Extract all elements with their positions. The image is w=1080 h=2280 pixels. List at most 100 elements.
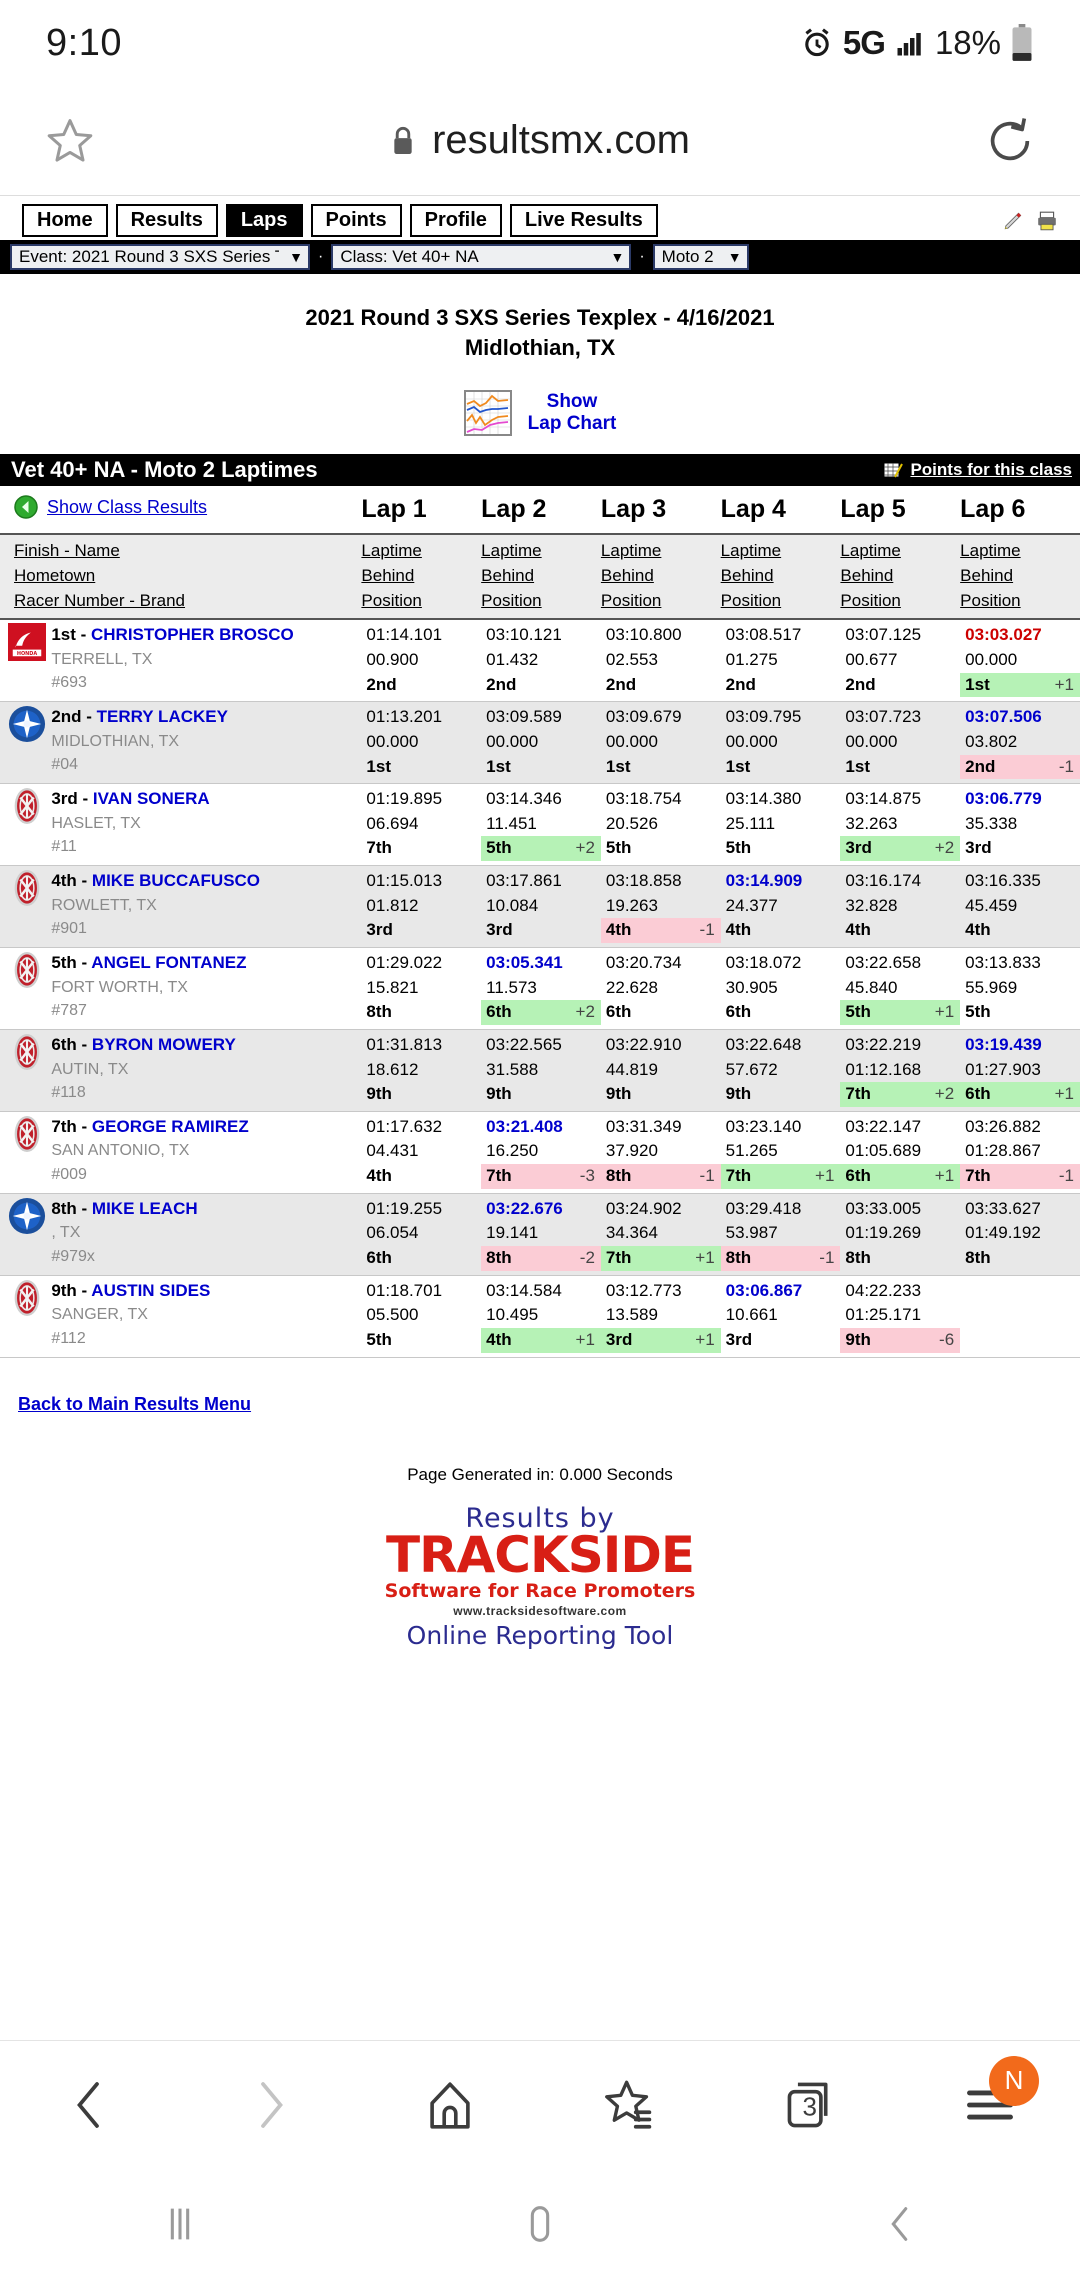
- nav-tab-profile[interactable]: Profile: [409, 204, 502, 237]
- browser-bookmarks-button[interactable]: [575, 2050, 685, 2160]
- printer-icon[interactable]: [1036, 210, 1058, 232]
- rider-name-link[interactable]: TERRY LACKEY: [97, 707, 228, 726]
- rider-name-link[interactable]: ANGEL FONTANEZ: [91, 953, 246, 972]
- nav-tab-laps[interactable]: Laps: [225, 204, 303, 237]
- signal-bars-icon: [897, 33, 921, 56]
- class-header-right[interactable]: Points for this class: [883, 460, 1072, 480]
- table-subheader-row: Finish - Name Hometown Racer Number - Br…: [0, 533, 1080, 621]
- lap-behind: 35.338: [965, 813, 1018, 833]
- rider-name-link[interactable]: CHRISTOPHER BROSCO: [91, 625, 294, 644]
- rider-name-link[interactable]: GEORGE RAMIREZ: [92, 1117, 249, 1136]
- browser-url-bar[interactable]: resultsmx.com: [0, 86, 1080, 196]
- position-delta: -2: [579, 1248, 595, 1268]
- rider-name-link[interactable]: IVAN SONERA: [93, 789, 210, 808]
- system-back-button[interactable]: [845, 2169, 955, 2279]
- points-for-class-link[interactable]: Points for this class: [910, 460, 1072, 480]
- show-lap-chart[interactable]: Show Lap Chart: [0, 390, 1080, 437]
- browser-menu-button[interactable]: N: [935, 2050, 1045, 2160]
- brand-logo-honda-logo: HONDA: [0, 619, 52, 702]
- lap-cell-4: 03:06.867 10.661 3rd: [720, 1275, 841, 1358]
- class-select[interactable]: Class: Vet 40+ NA ▼: [331, 244, 632, 270]
- moto-select-value: Moto 2: [661, 248, 714, 265]
- rider-name-link[interactable]: MIKE LEACH: [92, 1199, 198, 1218]
- nav-tab-home[interactable]: Home: [22, 204, 108, 237]
- lap-behind: 30.905: [725, 977, 778, 997]
- class-header-bar: Vet 40+ NA - Moto 2 Laptimes Points for …: [0, 454, 1080, 487]
- lap-behind: 10.661: [725, 1305, 778, 1325]
- lap-behind: 01.275: [725, 649, 778, 669]
- lap-cell-4: 03:08.517 01.275 2nd: [720, 619, 841, 702]
- browser-back-button[interactable]: [35, 2050, 145, 2160]
- position-value: 3rd: [725, 1329, 753, 1349]
- lap-behind: 10.495: [486, 1305, 539, 1325]
- table-row: 2nd - TERRY LACKEY MIDLOTHIAN, TX #04 01:13…: [0, 701, 1080, 784]
- position-value: 9th: [486, 1084, 512, 1104]
- pencil-icon[interactable]: [1002, 210, 1024, 232]
- position-value: 4th: [486, 1329, 512, 1349]
- brand-logo-generic-logo: [0, 1275, 52, 1358]
- position-value: 4th: [366, 1166, 392, 1186]
- subheader-finish-name: Finish - Name: [14, 541, 120, 561]
- lap-position: 6th +2: [481, 1000, 601, 1025]
- lap-time: 04:22.233: [845, 1280, 922, 1300]
- nav-tab-points[interactable]: Points: [310, 204, 402, 237]
- logo-tagline: Software for Race Promoters: [384, 1580, 696, 1603]
- lap-behind: 25.111: [725, 813, 776, 833]
- nav-tab-results[interactable]: Results: [115, 204, 218, 237]
- show-class-results-link[interactable]: Show Class Results: [47, 497, 207, 518]
- position-value: 6th: [605, 1002, 632, 1022]
- lap-time: 03:06.867: [725, 1280, 803, 1300]
- position-value: 2nd: [965, 756, 996, 776]
- lap-time: 03:03.027: [965, 625, 1042, 645]
- show-class-results-cell[interactable]: Show Class Results: [0, 486, 362, 535]
- rider-number: #112: [51, 1329, 86, 1347]
- rider-name-link[interactable]: AUSTIN SIDES: [91, 1281, 210, 1300]
- lap-cell-4: 03:09.795 00.000 1st: [720, 701, 841, 784]
- star-list-icon: [605, 2080, 652, 2129]
- back-to-menu[interactable]: Back to Main Results Menu: [0, 1358, 1080, 1415]
- position-value: 6th: [486, 1002, 512, 1022]
- position-value: 5th: [845, 1002, 871, 1022]
- lap-time: 01:17.632: [366, 1116, 443, 1136]
- position-value: 9th: [725, 1084, 752, 1104]
- rider-name: 2nd - TERRY LACKEY: [51, 707, 228, 727]
- nav-tab-live-results[interactable]: Live Results: [509, 204, 658, 237]
- rider-name: 9th - AUSTIN SIDES: [51, 1280, 211, 1300]
- url-display[interactable]: resultsmx.com: [390, 118, 690, 163]
- reload-icon[interactable]: [984, 115, 1036, 167]
- subheader-hometown: Hometown: [14, 566, 96, 586]
- rider-name-link[interactable]: BYRON MOWERY: [92, 1035, 236, 1054]
- browser-tabs-button[interactable]: 3: [755, 2050, 865, 2160]
- browser-home-button[interactable]: [395, 2050, 505, 2160]
- position-value: 6th: [725, 1002, 752, 1022]
- position-value: 6th: [366, 1248, 392, 1268]
- lap-behind: 00.000: [965, 649, 1018, 669]
- rider-name: 7th - GEORGE RAMIREZ: [51, 1116, 249, 1136]
- lap-header-6: Lap 6: [960, 486, 1080, 535]
- browser-forward-button[interactable]: [215, 2050, 325, 2160]
- position-value: 4th: [605, 920, 632, 940]
- system-recents-button[interactable]: [125, 2169, 235, 2279]
- rider-name: 8th - MIKE LEACH: [51, 1198, 198, 1218]
- lap-time: 01:18.701: [366, 1280, 443, 1300]
- star-outline-icon[interactable]: [44, 115, 96, 167]
- subheader-racer-number: Racer Number - Brand: [14, 590, 186, 610]
- lap-behind: 05.500: [366, 1305, 419, 1325]
- show-lap-chart-link[interactable]: Show Lap Chart: [528, 391, 617, 437]
- lap-behind: 51.265: [725, 1141, 778, 1161]
- rider-info-cell: 9th - AUSTIN SIDES SANGER, TX #112: [51, 1275, 362, 1358]
- position-value: 8th: [965, 1248, 991, 1268]
- lap-cell-5: 03:16.174 32.828 4th: [840, 865, 961, 948]
- event-select[interactable]: Event: 2021 Round 3 SXS Series Texplex ▼: [10, 244, 310, 270]
- lap-position: 5th: [601, 836, 721, 861]
- brand-logo-yamaha-logo: [0, 701, 52, 784]
- lap-behind: 45.840: [845, 977, 898, 997]
- lap-behind: 19.141: [486, 1223, 539, 1243]
- rider-name-link[interactable]: MIKE BUCCAFUSCO: [92, 871, 260, 890]
- back-to-main-results-link[interactable]: Back to Main Results Menu: [18, 1394, 251, 1414]
- system-home-button[interactable]: [485, 2169, 595, 2279]
- lap-cell-1: 01:15.013 01.812 3rd: [361, 865, 482, 948]
- position-value: 3rd: [486, 920, 513, 940]
- moto-select[interactable]: Moto 2 ▼: [652, 244, 749, 270]
- menu-notification-badge: N: [989, 2055, 1039, 2106]
